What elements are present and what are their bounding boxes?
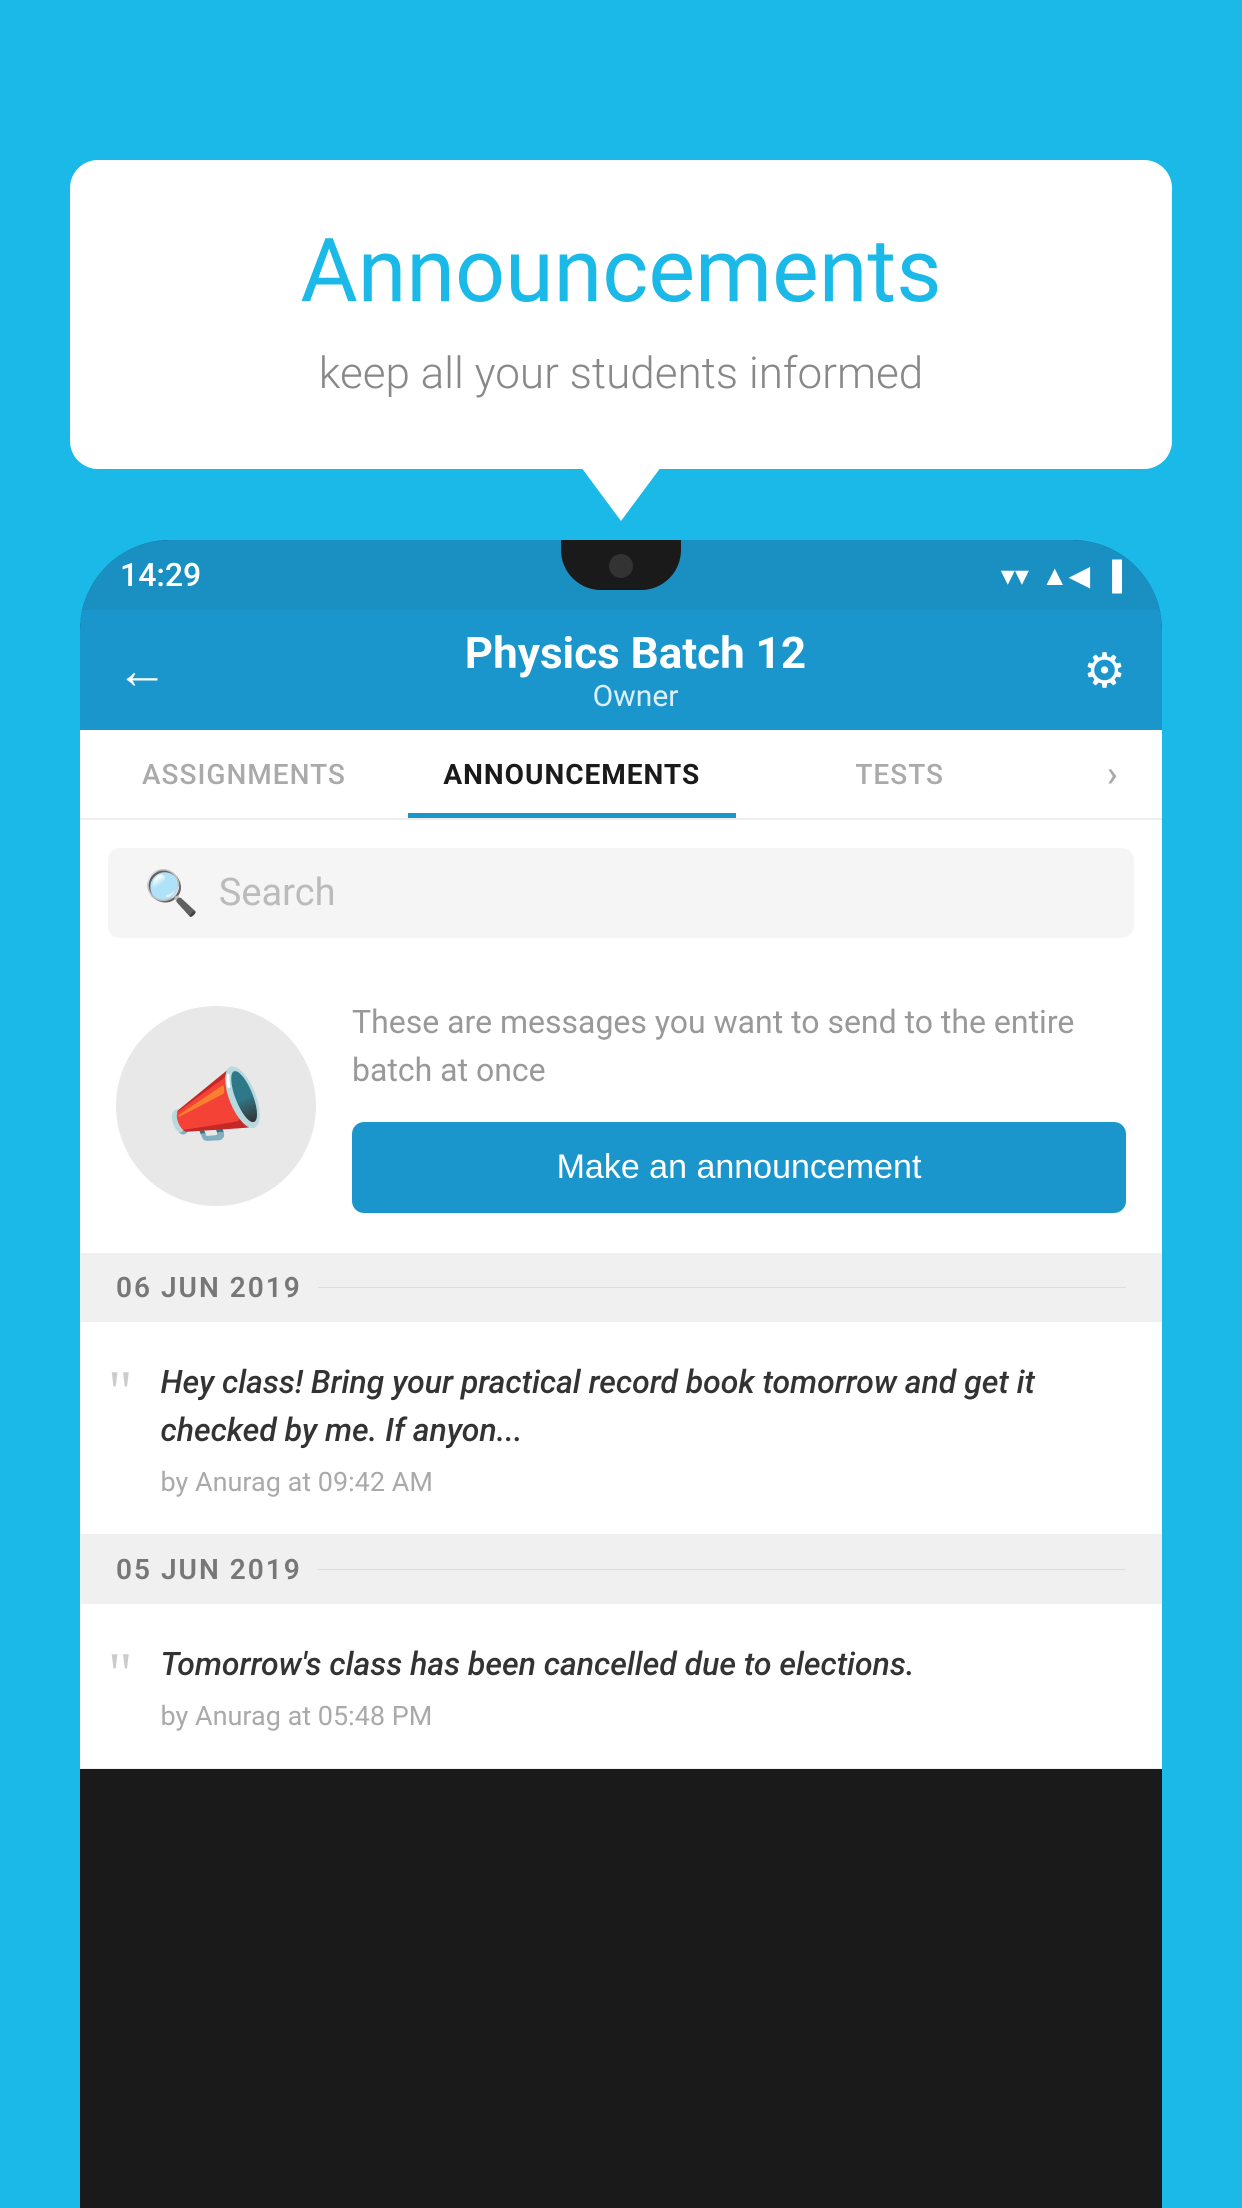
megaphone-icon: 📣 (166, 1059, 266, 1153)
phone-notch (561, 540, 681, 590)
date-label-2: 05 JUN 2019 (116, 1553, 302, 1586)
app-bar: ← Physics Batch 12 Owner ⚙ (80, 610, 1162, 730)
make-announcement-button[interactable]: Make an announcement (352, 1122, 1126, 1213)
speech-bubble-card: Announcements keep all your students inf… (70, 160, 1172, 469)
announcement-content-2: Tomorrow's class has been cancelled due … (161, 1640, 1127, 1732)
date-line-1 (318, 1287, 1126, 1288)
announcement-text-1: Hey class! Bring your practical record b… (161, 1358, 1127, 1454)
battery-icon: ▐ (1102, 559, 1122, 592)
camera-dot (609, 554, 633, 578)
status-icons: ▾▾ ▲◀ ▐ (1001, 559, 1122, 592)
quote-icon-2: " (108, 1644, 133, 1704)
date-line-2 (318, 1569, 1126, 1570)
phone-frame: 14:29 ▾▾ ▲◀ ▐ ← Physics Batch 12 Owner ⚙… (80, 540, 1162, 2208)
date-divider-1: 06 JUN 2019 (80, 1253, 1162, 1322)
date-divider-2: 05 JUN 2019 (80, 1535, 1162, 1604)
tab-assignments[interactable]: ASSIGNMENTS (80, 730, 408, 818)
promo-text-area: These are messages you want to send to t… (352, 998, 1126, 1213)
date-label-1: 06 JUN 2019 (116, 1271, 302, 1304)
app-bar-title-area: Physics Batch 12 Owner (188, 627, 1083, 714)
announcement-meta-2: by Anurag at 05:48 PM (161, 1700, 1127, 1732)
status-bar: 14:29 ▾▾ ▲◀ ▐ (80, 540, 1162, 610)
content-area: 🔍 Search 📣 These are messages you want t… (80, 820, 1162, 1769)
settings-icon[interactable]: ⚙ (1083, 642, 1126, 699)
announcement-item-1[interactable]: " Hey class! Bring your practical record… (80, 1322, 1162, 1535)
announcement-meta-1: by Anurag at 09:42 AM (161, 1466, 1127, 1498)
announcement-item-2[interactable]: " Tomorrow's class has been cancelled du… (80, 1604, 1162, 1769)
back-button[interactable]: ← (116, 640, 168, 701)
wifi-icon: ▾▾ (1001, 559, 1029, 592)
announcements-title: Announcements (150, 220, 1092, 323)
tab-announcements[interactable]: ANNOUNCEMENTS (408, 730, 736, 818)
announcement-content-1: Hey class! Bring your practical record b… (161, 1358, 1127, 1498)
search-icon: 🔍 (144, 867, 199, 919)
promo-section: 📣 These are messages you want to send to… (80, 958, 1162, 1253)
promo-description: These are messages you want to send to t… (352, 998, 1126, 1094)
promo-icon-circle: 📣 (116, 1006, 316, 1206)
status-time: 14:29 (120, 556, 201, 594)
quote-icon-1: " (108, 1362, 133, 1422)
speech-bubble-section: Announcements keep all your students inf… (70, 160, 1172, 469)
signal-icon: ▲◀ (1041, 559, 1090, 592)
tabs-container: ASSIGNMENTS ANNOUNCEMENTS TESTS › (80, 730, 1162, 820)
announcements-subtitle: keep all your students informed (150, 347, 1092, 399)
app-bar-title: Physics Batch 12 (188, 627, 1083, 679)
tab-tests[interactable]: TESTS (736, 730, 1064, 818)
search-placeholder: Search (219, 871, 336, 915)
tab-more[interactable]: › (1064, 730, 1162, 818)
search-bar[interactable]: 🔍 Search (108, 848, 1134, 938)
announcement-text-2: Tomorrow's class has been cancelled due … (161, 1640, 1127, 1688)
app-bar-subtitle: Owner (188, 679, 1083, 714)
